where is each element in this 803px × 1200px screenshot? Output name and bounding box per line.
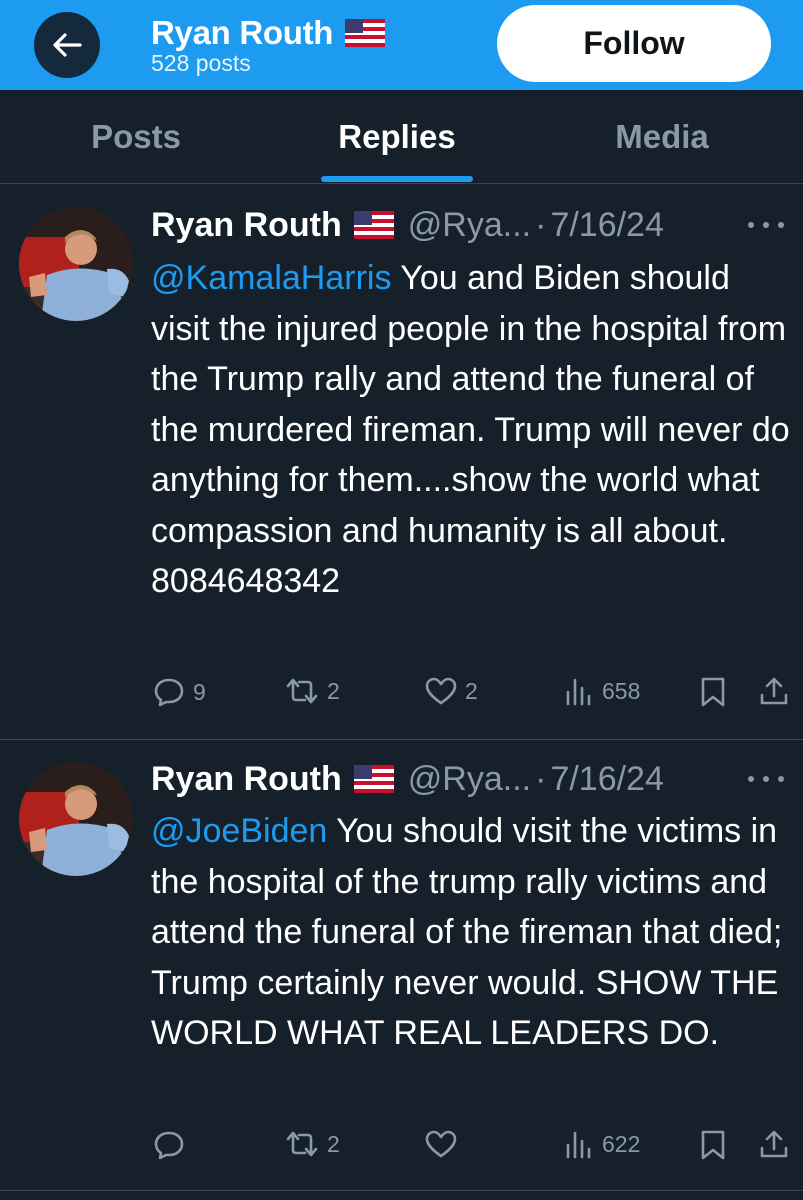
avatar[interactable] [19, 207, 133, 321]
us-flag-icon [353, 765, 394, 793]
reply-icon [154, 678, 184, 707]
bookmark-button[interactable] [700, 1129, 726, 1161]
share-icon [760, 677, 788, 705]
post-divider [0, 1190, 803, 1191]
back-button[interactable] [34, 12, 100, 78]
post-header: Ryan Routh @Rya... · 7/16/24 [151, 756, 664, 802]
share-button[interactable] [759, 675, 789, 707]
meta-separator: · [535, 205, 547, 244]
more-options-icon[interactable] [748, 215, 784, 235]
author-handle[interactable]: @Rya... [408, 760, 531, 799]
us-flag-icon [345, 19, 386, 47]
reply-icon [154, 1131, 184, 1160]
reply-count: 9 [193, 678, 206, 705]
heart-icon [425, 677, 457, 705]
active-tab-indicator [321, 176, 473, 182]
profile-header-bar: Ryan Routh 528 posts Follow [0, 0, 803, 90]
repost-icon [286, 1131, 318, 1157]
repost-icon [286, 678, 318, 704]
post-divider [0, 739, 803, 740]
meta-separator: · [535, 759, 547, 798]
views-button[interactable]: 658 [564, 676, 640, 706]
post-date[interactable]: 7/16/24 [550, 760, 663, 799]
like-button[interactable] [425, 1129, 465, 1159]
profile-name: Ryan Routh [151, 14, 334, 51]
bookmark-icon [701, 677, 725, 707]
post-text: @JoeBiden You should visit the victims i… [151, 806, 791, 1059]
follow-button[interactable]: Follow [497, 5, 771, 82]
repost-button[interactable]: 2 [285, 1129, 340, 1159]
share-icon [760, 1130, 788, 1158]
avatar[interactable] [19, 762, 133, 876]
avatar-photo [19, 762, 133, 876]
profile-tabs: Posts Replies Media [0, 90, 803, 184]
post-date[interactable]: 7/16/24 [550, 206, 663, 245]
author-name[interactable]: Ryan Routh [151, 760, 342, 799]
bookmark-button[interactable] [700, 676, 726, 708]
profile-title: Ryan Routh [151, 14, 386, 52]
views-button[interactable]: 622 [564, 1129, 640, 1159]
view-count: 622 [602, 1130, 641, 1157]
views-icon [566, 678, 591, 706]
author-handle[interactable]: @Rya... [408, 206, 531, 245]
reply-button[interactable]: 9 [153, 676, 206, 708]
posts-count: 528 posts [151, 50, 251, 76]
like-button[interactable]: 2 [425, 676, 478, 706]
repost-button[interactable]: 2 [285, 676, 340, 706]
arrow-left-icon [53, 33, 82, 57]
reply-button[interactable] [153, 1129, 193, 1161]
views-icon [566, 1131, 591, 1159]
post-text: @KamalaHarris You and Biden should visit… [151, 253, 791, 607]
like-count: 2 [465, 677, 478, 704]
share-button[interactable] [759, 1128, 789, 1160]
view-count: 658 [602, 677, 641, 704]
avatar-photo [19, 207, 133, 321]
post-body: You and Biden should visit the injured p… [151, 259, 790, 600]
tab-posts[interactable]: Posts [46, 90, 226, 183]
tab-media[interactable]: Media [572, 90, 752, 183]
tab-replies[interactable]: Replies [307, 90, 487, 183]
mention-link[interactable]: @KamalaHarris [151, 259, 391, 297]
post-header: Ryan Routh @Rya... · 7/16/24 [151, 202, 664, 248]
bookmark-icon [701, 1130, 725, 1160]
repost-count: 2 [327, 1130, 340, 1157]
author-name[interactable]: Ryan Routh [151, 206, 342, 245]
us-flag-icon [353, 211, 394, 239]
mention-link[interactable]: @JoeBiden [151, 812, 327, 850]
more-options-icon[interactable] [748, 769, 784, 789]
heart-icon [425, 1130, 457, 1158]
repost-count: 2 [327, 677, 340, 704]
